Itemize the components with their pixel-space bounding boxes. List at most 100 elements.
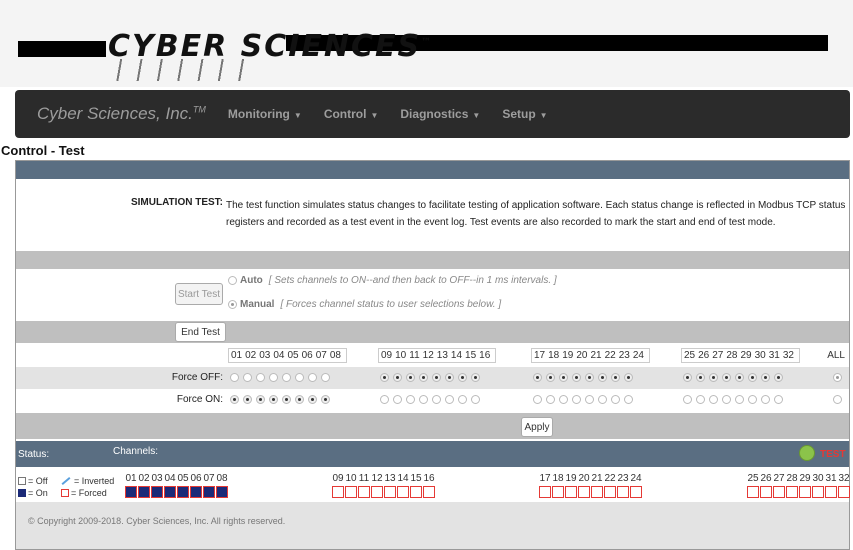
channel-number: 27 — [712, 350, 724, 361]
force-off-radio[interactable] — [230, 373, 239, 382]
force-off-radio[interactable] — [321, 373, 330, 382]
force-off-radio[interactable] — [735, 373, 744, 382]
force-on-radio[interactable] — [761, 395, 770, 404]
force-off-radio[interactable] — [243, 373, 252, 382]
status-indicator — [799, 445, 815, 461]
auto-option[interactable]: Auto [ Sets channels to ON--and then bac… — [228, 275, 557, 286]
force-off-radio[interactable] — [282, 373, 291, 382]
force-off-radio[interactable] — [419, 373, 428, 382]
force-off-radio[interactable] — [269, 373, 278, 382]
force-on-radio[interactable] — [458, 395, 467, 404]
manual-option[interactable]: Manual [ Forces channel status to user s… — [228, 299, 501, 310]
legend-inverted: = Inverted — [61, 476, 114, 486]
force-off-radio[interactable] — [611, 373, 620, 382]
force-on-radio[interactable] — [282, 395, 291, 404]
channel-number: 15 — [465, 350, 477, 361]
force-on-radio[interactable] — [256, 395, 265, 404]
force-off-radio[interactable] — [432, 373, 441, 382]
caret-down-icon: ▼ — [539, 111, 548, 120]
start-test-button[interactable]: Start Test — [175, 283, 223, 305]
force-on-radio[interactable] — [432, 395, 441, 404]
force-on-radio[interactable] — [471, 395, 480, 404]
status-channel-number: 19 — [565, 473, 577, 484]
force-off-radio[interactable] — [256, 373, 265, 382]
status-channel-number: 03 — [151, 473, 163, 484]
force-on-radio[interactable] — [380, 395, 389, 404]
status-channel-box — [565, 486, 577, 498]
force-on-radio[interactable] — [598, 395, 607, 404]
force-off-radio[interactable] — [774, 373, 783, 382]
force-off-radio[interactable] — [308, 373, 317, 382]
nav-setup[interactable]: Setup ▼ — [502, 107, 547, 121]
force-off-radio[interactable] — [696, 373, 705, 382]
copyright-text: © Copyright 2009-2018. Cyber Sciences, I… — [28, 516, 286, 526]
force-off-radio[interactable] — [559, 373, 568, 382]
force-on-radio[interactable] — [295, 395, 304, 404]
force-on-radio[interactable] — [321, 395, 330, 404]
force-on-radio[interactable] — [533, 395, 542, 404]
force-off-radio[interactable] — [533, 373, 542, 382]
page-title: Control - Test — [1, 143, 85, 158]
channel-number: 11 — [409, 350, 420, 361]
auto-radio[interactable] — [228, 276, 237, 285]
force-off-radio[interactable] — [722, 373, 731, 382]
force-off-radio[interactable] — [406, 373, 415, 382]
status-label: Status: — [18, 449, 50, 460]
force-on-radio[interactable] — [269, 395, 278, 404]
force-on-radio[interactable] — [611, 395, 620, 404]
status-channel-box — [384, 486, 396, 498]
force-off-radio[interactable] — [471, 373, 480, 382]
force-on-radio[interactable] — [735, 395, 744, 404]
force-off-radio[interactable] — [683, 373, 692, 382]
force-off-radio[interactable] — [572, 373, 581, 382]
force-on-radio[interactable] — [624, 395, 633, 404]
manual-radio[interactable] — [228, 300, 237, 309]
force-on-radio[interactable] — [559, 395, 568, 404]
force-on-all-radio[interactable] — [833, 395, 842, 404]
force-on-radio[interactable] — [230, 395, 239, 404]
force-off-radio[interactable] — [598, 373, 607, 382]
force-off-radio[interactable] — [748, 373, 757, 382]
force-off-radio[interactable] — [458, 373, 467, 382]
force-off-radio[interactable] — [624, 373, 633, 382]
force-on-radio[interactable] — [308, 395, 317, 404]
status-channel-box — [747, 486, 759, 498]
force-off-radio[interactable] — [380, 373, 389, 382]
force-off-radio[interactable] — [393, 373, 402, 382]
force-on-radio[interactable] — [546, 395, 555, 404]
force-on-radio[interactable] — [696, 395, 705, 404]
status-channel-number: 20 — [578, 473, 590, 484]
force-on-radio-group — [533, 395, 637, 404]
nav-monitoring[interactable]: Monitoring ▼ — [228, 107, 302, 121]
force-on-radio[interactable] — [748, 395, 757, 404]
status-channel-number: 04 — [164, 473, 176, 484]
force-on-radio[interactable] — [419, 395, 428, 404]
force-on-radio[interactable] — [445, 395, 454, 404]
force-on-radio[interactable] — [406, 395, 415, 404]
force-on-radio[interactable] — [774, 395, 783, 404]
force-on-radio[interactable] — [572, 395, 581, 404]
apply-button[interactable]: Apply — [521, 417, 553, 437]
channel-number: 23 — [618, 350, 630, 361]
legend-off: = Off — [18, 476, 48, 486]
navbar-brand[interactable]: Cyber Sciences, Inc.TM — [37, 104, 206, 124]
end-test-button[interactable]: End Test — [175, 322, 226, 342]
nav-diagnostics[interactable]: Diagnostics ▼ — [400, 107, 480, 121]
force-on-radio[interactable] — [585, 395, 594, 404]
force-on-radio[interactable] — [393, 395, 402, 404]
force-off-radio[interactable] — [709, 373, 718, 382]
force-off-radio[interactable] — [445, 373, 454, 382]
force-off-radio[interactable] — [761, 373, 770, 382]
force-on-radio[interactable] — [709, 395, 718, 404]
force-off-radio[interactable] — [295, 373, 304, 382]
force-on-radio[interactable] — [243, 395, 252, 404]
force-off-radio[interactable] — [585, 373, 594, 382]
channel-header-row: 01 02 03 04 05 06 07 08 09 10 11 12 13 14 15 16 17 18 19 20… — [16, 345, 849, 367]
force-on-radio[interactable] — [722, 395, 731, 404]
status-channel-group: 17 18 19 20 21 22 23 24 — [539, 473, 643, 498]
nav-control[interactable]: Control ▼ — [324, 107, 379, 121]
force-off-radio[interactable] — [546, 373, 555, 382]
status-channel-box — [151, 486, 163, 498]
force-off-all-radio[interactable] — [833, 373, 842, 382]
force-on-radio[interactable] — [683, 395, 692, 404]
